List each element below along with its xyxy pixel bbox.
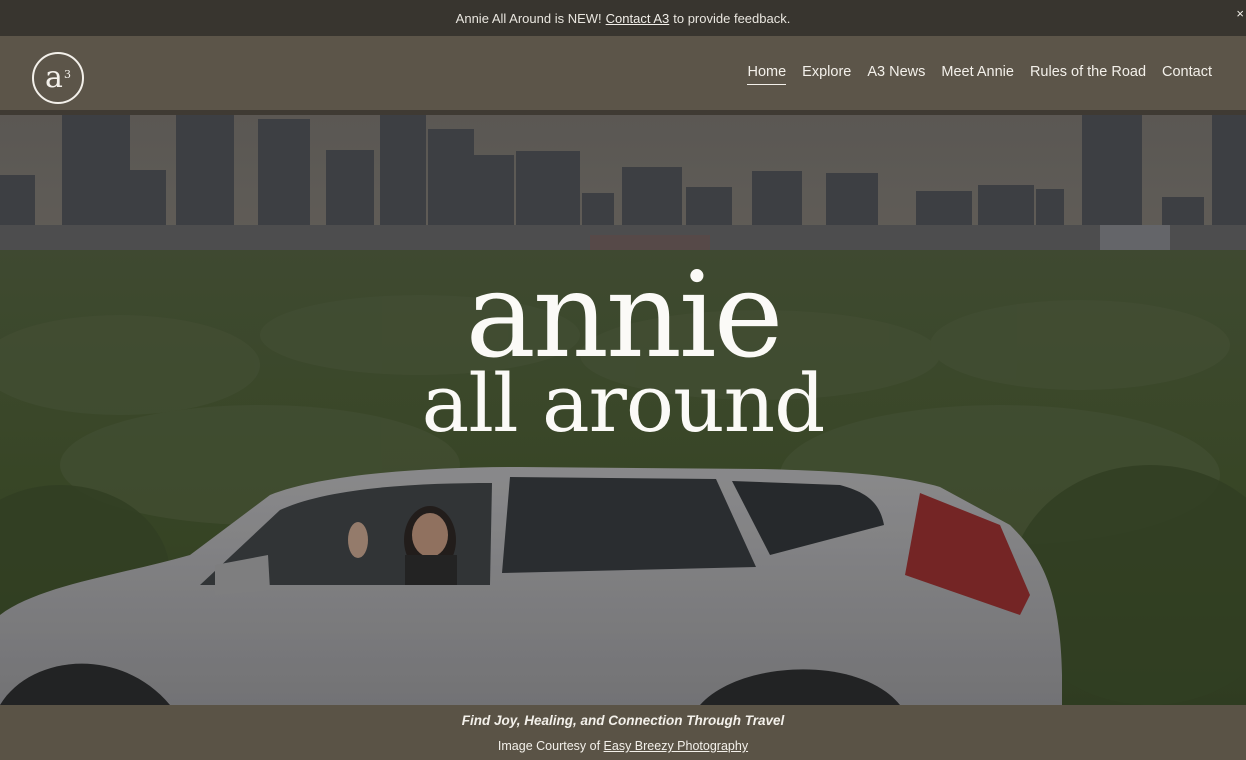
main-nav: Home Explore A3 News Meet Annie Rules of… — [747, 64, 1212, 85]
hero-title: annie all around — [0, 246, 1246, 450]
logo-letter: a — [45, 60, 63, 95]
nav-explore[interactable]: Explore — [802, 64, 851, 85]
close-icon[interactable]: × — [1236, 6, 1244, 21]
site-header: a3 Home Explore A3 News Meet Annie Rules… — [0, 36, 1246, 110]
hero-caption: Find Joy, Healing, and Connection Throug… — [0, 705, 1246, 760]
hero-banner: annie all around — [0, 115, 1246, 705]
contact-a3-link[interactable]: Contact A3 — [606, 11, 670, 26]
hero-title-line1: annie — [465, 246, 784, 384]
nav-meet-annie[interactable]: Meet Annie — [941, 64, 1014, 85]
image-credit: Image Courtesy of Easy Breezy Photograph… — [0, 739, 1246, 753]
announcement-suffix: to provide feedback. — [673, 10, 791, 26]
nav-home[interactable]: Home — [747, 64, 787, 85]
hero-title-line2: all around — [421, 357, 826, 450]
site-logo[interactable]: a3 — [32, 52, 84, 104]
credit-prefix: Image Courtesy of — [497, 739, 601, 753]
announcement-text: Annie All Around is NEW! — [455, 10, 602, 26]
nav-rules-of-the-road[interactable]: Rules of the Road — [1030, 64, 1146, 85]
nav-contact[interactable]: Contact — [1162, 64, 1212, 85]
logo-superscript: 3 — [63, 67, 71, 81]
photographer-link[interactable]: Easy Breezy Photography — [604, 739, 749, 753]
announcement-bar: Annie All Around is NEW! Contact A3 to p… — [0, 0, 1246, 36]
nav-a3-news[interactable]: A3 News — [867, 64, 925, 85]
tagline: Find Joy, Healing, and Connection Throug… — [461, 713, 785, 728]
